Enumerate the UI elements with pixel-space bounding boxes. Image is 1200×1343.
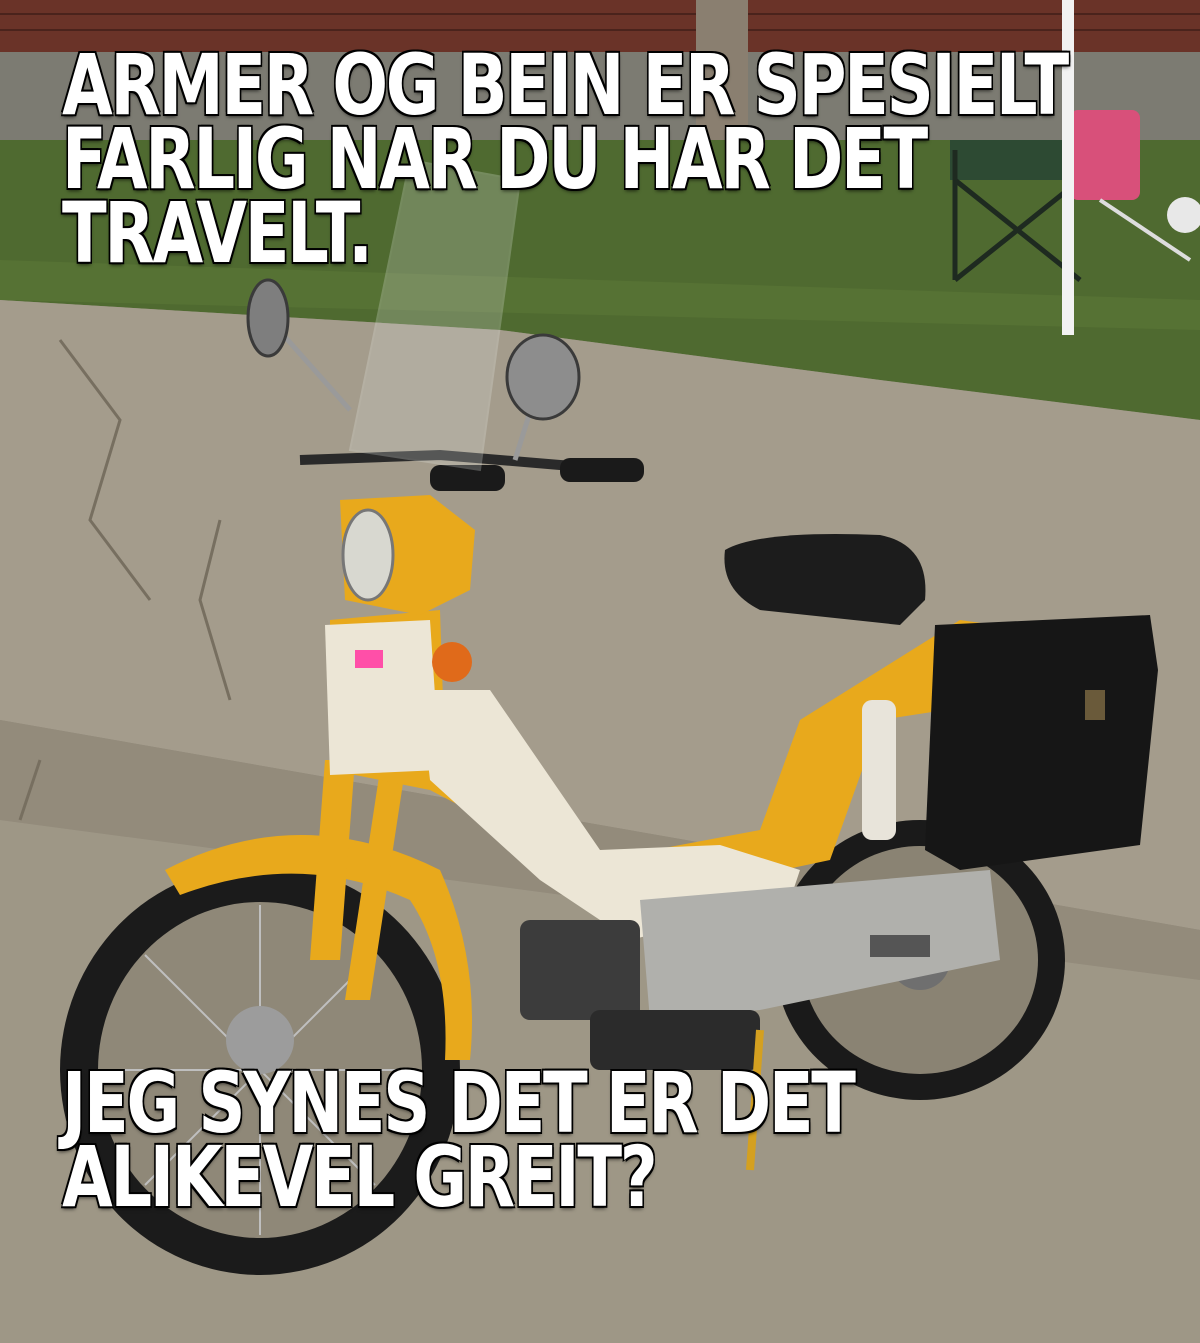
- pedal: [870, 935, 930, 957]
- meme-top-caption: ARMER OG BEIN ER SPESIELT FARLIG NAR DU …: [62, 43, 1069, 275]
- saddlebag: [925, 615, 1158, 870]
- turn-signal: [432, 642, 472, 682]
- mirror-left: [246, 278, 290, 358]
- mirror-right: [505, 333, 581, 421]
- front-cowl: [325, 620, 440, 775]
- meme-bottom-caption: JEG SYNES DET ER DET ALIKEVEL GREIT?: [62, 1061, 856, 1219]
- price-sticker: [355, 650, 383, 668]
- engine-block: [520, 920, 640, 1020]
- handlebar-grip: [560, 458, 644, 482]
- saddlebag-clasp: [1085, 690, 1105, 720]
- rear-shock: [862, 700, 896, 840]
